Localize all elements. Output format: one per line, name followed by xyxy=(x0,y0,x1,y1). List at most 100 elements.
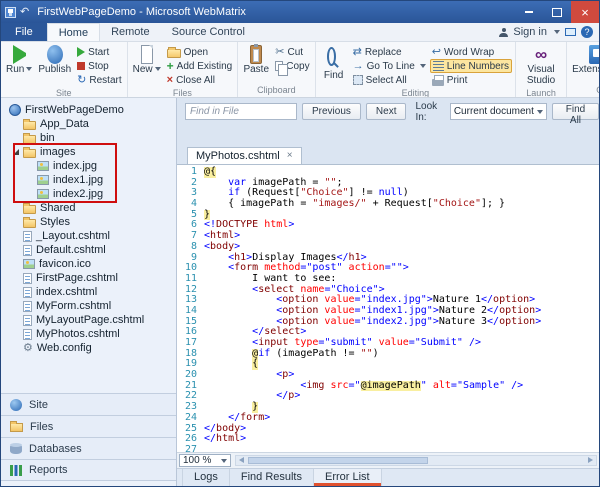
page-icon xyxy=(23,301,32,312)
bottom-tab-bar: Logs Find Results Error List xyxy=(177,468,599,486)
tree-item-web-config[interactable]: Web.config xyxy=(3,341,174,355)
workspace-reports[interactable]: Reports xyxy=(1,459,176,481)
extensions-button[interactable]: Extensions xyxy=(570,44,599,76)
tree-item-styles[interactable]: Styles xyxy=(3,215,174,229)
previous-button[interactable]: Previous xyxy=(302,103,361,120)
code-editor[interactable]: 1@{2 var imagePath = "";3 if (Request["C… xyxy=(177,164,599,452)
tree-item-firstpage-cshtml[interactable]: FirstPage.cshtml xyxy=(3,271,174,285)
workspace-site[interactable]: Site xyxy=(1,393,176,415)
ribbon-group-launch: Visual Studio Launch xyxy=(516,42,567,97)
undo-icon[interactable] xyxy=(20,7,29,18)
stop-button[interactable]: Stop xyxy=(75,59,123,73)
tree-item-label: MyLayoutPage.cshtml xyxy=(36,314,144,326)
tab-close-icon[interactable] xyxy=(287,151,293,161)
editor-panel: Previous Next Look In: Current document … xyxy=(177,98,599,486)
restart-button[interactable]: Restart xyxy=(75,73,123,87)
find-all-button[interactable]: Find All xyxy=(552,103,599,120)
minimize-button[interactable] xyxy=(515,1,543,23)
code-token: alt xyxy=(427,381,451,392)
help-icon[interactable] xyxy=(581,26,593,38)
start-button[interactable]: Start xyxy=(75,45,123,59)
sign-in-button[interactable]: Sign in xyxy=(513,26,547,38)
print-button[interactable]: Print xyxy=(430,73,512,87)
add-existing-button[interactable]: Add Existing xyxy=(165,59,235,73)
new-button[interactable]: New xyxy=(131,44,163,76)
tree-item-shared[interactable]: Shared xyxy=(3,201,174,215)
search-icon xyxy=(327,47,336,66)
tree-item-index1-jpg[interactable]: index1.jpg xyxy=(3,173,174,187)
close-all-label: Close All xyxy=(176,75,215,86)
tree-item-bin[interactable]: bin xyxy=(3,131,174,145)
next-button[interactable]: Next xyxy=(366,103,407,120)
code-token: </ xyxy=(276,391,288,402)
ribbon-group-files: New Open Add Existing Close All Files xyxy=(128,42,239,97)
editor-tab[interactable]: MyPhotos.cshtml xyxy=(187,147,302,164)
tree-item-firstwebpagedemo[interactable]: FirstWebPageDemo xyxy=(3,103,174,117)
look-in-label: Look In: xyxy=(415,101,444,123)
tab-remote[interactable]: Remote xyxy=(100,23,161,41)
scrollbar-thumb[interactable] xyxy=(248,457,428,464)
go-to-line-button[interactable]: Go To Line xyxy=(351,59,428,73)
zoom-value: 100 % xyxy=(183,455,211,466)
tree-item-default-cshtml[interactable]: Default.cshtml xyxy=(3,243,174,257)
save-icon[interactable] xyxy=(5,7,16,18)
tree-item--layout-cshtml[interactable]: _Layout.cshtml xyxy=(3,229,174,243)
close-button[interactable] xyxy=(571,1,599,23)
scroll-right-icon[interactable] xyxy=(588,457,593,463)
scroll-left-icon[interactable] xyxy=(239,457,244,463)
tab-error-list[interactable]: Error List xyxy=(314,469,382,486)
tree-item-myphotos-cshtml[interactable]: MyPhotos.cshtml xyxy=(3,327,174,341)
new-file-icon xyxy=(141,45,153,64)
line-numbers-button[interactable]: Line Numbers xyxy=(430,59,512,73)
tree-item-myform-cshtml[interactable]: MyForm.cshtml xyxy=(3,299,174,313)
editor-tab-label: MyPhotos.cshtml xyxy=(196,150,280,162)
find-button[interactable]: Find xyxy=(319,44,349,82)
code-token: > xyxy=(294,391,300,402)
tree-expander-icon[interactable] xyxy=(13,149,19,155)
find-input[interactable] xyxy=(185,103,297,120)
horizontal-scrollbar[interactable] xyxy=(235,455,597,466)
look-in-dropdown[interactable]: Current document xyxy=(450,103,547,120)
paste-button[interactable]: Paste xyxy=(241,44,271,76)
tab-file[interactable]: File xyxy=(1,23,47,41)
tree-item-favicon-ico[interactable]: favicon.ico xyxy=(3,257,174,271)
tab-find-results[interactable]: Find Results xyxy=(230,469,314,486)
editor-status-bar: 100 % xyxy=(177,452,599,468)
publish-button[interactable]: Publish xyxy=(36,44,73,76)
code-token: src xyxy=(324,381,348,392)
tree-item-label: _Layout.cshtml xyxy=(36,230,110,242)
folder-icon xyxy=(23,149,36,158)
maximize-button[interactable] xyxy=(543,1,571,23)
zoom-dropdown[interactable]: 100 % xyxy=(179,454,231,467)
find-bar: Previous Next Look In: Current document … xyxy=(177,98,599,125)
tree-item-index2-jpg[interactable]: index2.jpg xyxy=(3,187,174,201)
tab-home[interactable]: Home xyxy=(47,23,100,41)
config-icon xyxy=(23,343,33,354)
tree-item-index-cshtml[interactable]: index.cshtml xyxy=(3,285,174,299)
code-token: "Sample" xyxy=(457,381,505,392)
run-button[interactable]: Run xyxy=(4,44,34,76)
monitor-icon[interactable] xyxy=(565,28,576,36)
open-button[interactable]: Open xyxy=(165,45,235,59)
tree-item-label: Styles xyxy=(40,216,70,228)
code-line: 24 </form> xyxy=(179,413,599,424)
select-all-button[interactable]: Select All xyxy=(351,73,428,87)
tree-item-images[interactable]: images xyxy=(3,145,174,159)
line-numbers-icon xyxy=(433,61,444,71)
workspace-databases[interactable]: Databases xyxy=(1,437,176,459)
tree-item-mylayoutpage-cshtml[interactable]: MyLayoutPage.cshtml xyxy=(3,313,174,327)
close-all-button[interactable]: Close All xyxy=(165,73,235,87)
tree-item-label: bin xyxy=(40,132,55,144)
visual-studio-button[interactable]: Visual Studio xyxy=(519,44,563,87)
cut-button[interactable]: Cut xyxy=(273,45,311,59)
page-icon xyxy=(23,231,32,242)
tab-logs[interactable]: Logs xyxy=(182,469,230,486)
group-label-galleries: Galleries xyxy=(570,84,599,97)
workspace-files[interactable]: Files xyxy=(1,415,176,437)
word-wrap-button[interactable]: Word Wrap xyxy=(430,45,512,59)
replace-button[interactable]: Replace xyxy=(351,45,428,59)
tree-item-index-jpg[interactable]: index.jpg xyxy=(3,159,174,173)
copy-button[interactable]: Copy xyxy=(273,59,311,73)
tree-item-app-data[interactable]: App_Data xyxy=(3,117,174,131)
tab-source-control[interactable]: Source Control xyxy=(161,23,256,41)
